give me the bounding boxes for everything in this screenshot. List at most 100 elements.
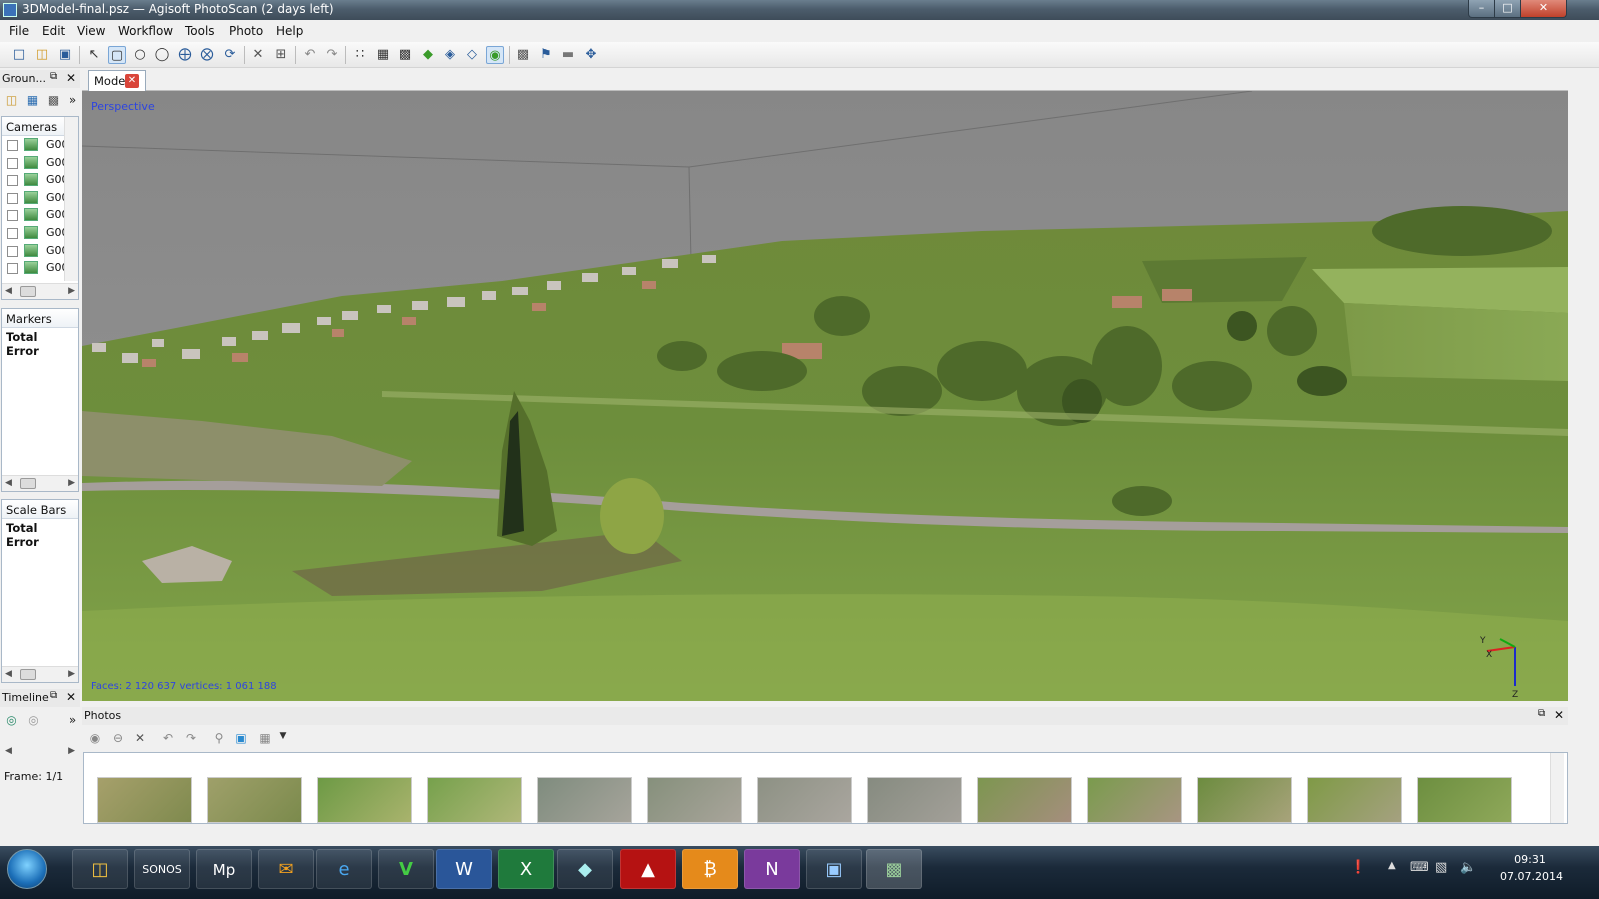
photo-thumbnail[interactable] bbox=[1197, 777, 1292, 823]
camera-checkbox[interactable] bbox=[7, 210, 18, 222]
photo-thumbnail[interactable] bbox=[1417, 777, 1512, 823]
scalebars-header[interactable]: Scale Bars bbox=[2, 500, 78, 519]
maximize-button[interactable]: □ bbox=[1494, 0, 1521, 18]
settings-icon[interactable]: ▩ bbox=[45, 93, 62, 109]
keyboard-icon[interactable]: ⌨ bbox=[1410, 860, 1429, 875]
rotate-icon[interactable]: ⟳ bbox=[221, 46, 239, 64]
close-tab-icon[interactable]: ✕ bbox=[125, 74, 139, 88]
minimize-button[interactable]: – bbox=[1468, 0, 1495, 18]
undo-icon[interactable]: ↶ bbox=[301, 46, 319, 64]
sonos-icon[interactable]: SONOS bbox=[134, 849, 190, 889]
word-icon[interactable]: W bbox=[436, 849, 492, 889]
camera-checkbox[interactable] bbox=[7, 192, 18, 204]
mesh-icon[interactable]: ▩ bbox=[396, 46, 414, 64]
vim-icon[interactable]: V bbox=[378, 849, 434, 889]
tray-expand-icon[interactable]: ▲ bbox=[1388, 860, 1396, 871]
acrobat-icon[interactable]: ▲ bbox=[620, 849, 676, 889]
menu-photo[interactable]: Photo bbox=[229, 24, 263, 38]
select-icon[interactable]: ↖ bbox=[85, 46, 103, 64]
export-icon[interactable]: ▦ bbox=[24, 93, 41, 109]
close-panel-icon[interactable]: ✕ bbox=[1554, 708, 1564, 722]
navigate-icon[interactable]: ✥ bbox=[582, 46, 600, 64]
save-icon[interactable]: ▣ bbox=[56, 46, 74, 64]
shaded-icon[interactable]: ◇ bbox=[463, 46, 481, 64]
camera-checkbox[interactable] bbox=[7, 157, 18, 169]
onenote-icon[interactable]: N bbox=[744, 849, 800, 889]
undock-icon[interactable]: ⧉ bbox=[50, 71, 57, 82]
markers-header[interactable]: Markers bbox=[2, 309, 78, 328]
photo-thumbnail[interactable] bbox=[977, 777, 1072, 823]
view-mode-icon[interactable]: ▦ bbox=[256, 731, 274, 749]
photo-thumbnail[interactable] bbox=[757, 777, 852, 823]
network-icon[interactable]: ▧ bbox=[1435, 860, 1447, 875]
crop-icon[interactable]: ⊞ bbox=[272, 46, 290, 64]
photos-vscroll[interactable] bbox=[1550, 753, 1564, 823]
points-icon[interactable]: ∷ bbox=[351, 46, 369, 64]
scalebars-hscroll[interactable]: ◀ ▶ bbox=[2, 666, 78, 682]
flag-icon[interactable]: ⚑ bbox=[537, 46, 555, 64]
photo-thumbnail[interactable] bbox=[1307, 777, 1402, 823]
markers-hscroll[interactable]: ◀ ▶ bbox=[2, 475, 78, 491]
filter-icon[interactable]: ⚲ bbox=[210, 731, 228, 749]
undock-icon[interactable]: ⧉ bbox=[1538, 708, 1545, 719]
menu-workflow[interactable]: Workflow bbox=[118, 24, 173, 38]
blue-app-icon[interactable]: ◆ bbox=[557, 849, 613, 889]
rect-select-icon[interactable]: ▢ bbox=[108, 46, 126, 64]
remove-camera-icon[interactable]: ✕ bbox=[131, 731, 149, 749]
camera-checkbox[interactable] bbox=[7, 140, 18, 151]
menu-edit[interactable]: Edit bbox=[42, 24, 65, 38]
delete-icon[interactable]: ✕ bbox=[249, 46, 267, 64]
menu-view[interactable]: View bbox=[77, 24, 105, 38]
camera-checkbox[interactable] bbox=[7, 245, 18, 257]
open-icon[interactable]: ◫ bbox=[33, 46, 51, 64]
photoscan-icon[interactable]: ▩ bbox=[866, 849, 922, 889]
photo-thumbnail[interactable] bbox=[647, 777, 742, 823]
camera-checkbox[interactable] bbox=[7, 175, 18, 187]
disable-camera-icon[interactable]: ⊖ bbox=[109, 731, 127, 749]
camera-checkbox[interactable] bbox=[7, 227, 18, 239]
bitcoin-icon[interactable]: ₿ bbox=[682, 849, 738, 889]
chevron-down-icon[interactable]: ▼ bbox=[274, 731, 292, 749]
camera-checkbox[interactable] bbox=[7, 263, 18, 275]
video-icon[interactable]: ▣ bbox=[806, 849, 862, 889]
photo-thumbnail[interactable] bbox=[207, 777, 302, 823]
dense-icon[interactable]: ▦ bbox=[374, 46, 392, 64]
ie-icon[interactable]: e bbox=[316, 849, 372, 889]
close-panel-icon[interactable]: ✕ bbox=[66, 690, 76, 704]
circle-select-icon[interactable]: ○ bbox=[131, 46, 149, 64]
menu-file[interactable]: File bbox=[9, 24, 29, 38]
timeline-hscroll[interactable]: ◀ ▶ bbox=[2, 744, 78, 760]
more-icon[interactable]: » bbox=[64, 713, 81, 729]
photo-thumbnail[interactable] bbox=[867, 777, 962, 823]
wireframe-icon[interactable]: ◈ bbox=[441, 46, 459, 64]
more-icon[interactable]: » bbox=[64, 93, 81, 109]
volume-icon[interactable]: 🔈 bbox=[1460, 860, 1476, 875]
menu-tools[interactable]: Tools bbox=[185, 24, 215, 38]
camera-icon[interactable]: ▩ bbox=[514, 46, 532, 64]
undock-icon[interactable]: ⧉ bbox=[50, 690, 57, 701]
redo-icon[interactable]: ↷ bbox=[323, 46, 341, 64]
close-button[interactable]: ✕ bbox=[1520, 0, 1567, 18]
reset-filter-icon[interactable]: ▣ bbox=[232, 731, 250, 749]
mp-icon[interactable]: Mp bbox=[196, 849, 252, 889]
outlook-icon[interactable]: ✉ bbox=[258, 849, 314, 889]
photo-thumbnail[interactable] bbox=[537, 777, 632, 823]
solid-icon[interactable]: ◆ bbox=[419, 46, 437, 64]
cameras-hscroll[interactable]: ◀ ▶ bbox=[2, 283, 78, 299]
photo-thumbnail[interactable] bbox=[1087, 777, 1182, 823]
free-select-icon[interactable]: ◯ bbox=[153, 46, 171, 64]
import-icon[interactable]: ◫ bbox=[3, 93, 20, 109]
close-panel-icon[interactable]: ✕ bbox=[66, 71, 76, 85]
rotate-right-icon[interactable]: ↷ bbox=[182, 731, 200, 749]
photo-thumbnail[interactable] bbox=[317, 777, 412, 823]
zoom-in-icon[interactable]: ⨁ bbox=[176, 46, 194, 64]
zoom-out-icon[interactable]: ⨂ bbox=[198, 46, 216, 64]
tab-model[interactable]: Model ✕ bbox=[88, 70, 146, 91]
model-viewport[interactable]: Y X Z Perspective Faces: 2 120 637 verti… bbox=[82, 91, 1568, 701]
record-icon[interactable]: ◎ bbox=[25, 713, 42, 729]
cameras-vscroll[interactable] bbox=[64, 117, 78, 281]
menu-help[interactable]: Help bbox=[276, 24, 303, 38]
photo-thumbnail[interactable] bbox=[97, 777, 192, 823]
play-icon[interactable]: ◎ bbox=[3, 713, 20, 729]
enable-camera-icon[interactable]: ◉ bbox=[86, 731, 104, 749]
